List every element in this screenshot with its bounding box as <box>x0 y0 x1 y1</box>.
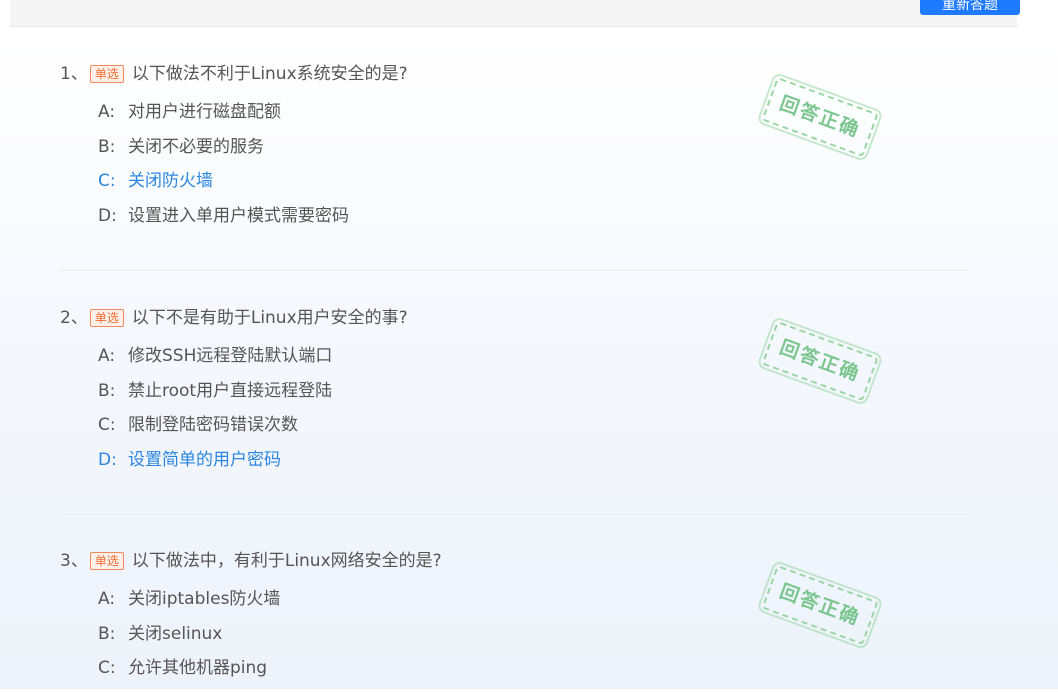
single-choice-badge: 单选 <box>89 309 124 327</box>
options-list: A: 关闭iptables防火墙 B: 关闭selinux C: 允许其他机器ping <box>98 588 280 692</box>
question-title: 3、 单选 以下做法中，有利于Linux网络安全的是? <box>60 550 442 572</box>
option-a[interactable]: A: 关闭iptables防火墙 <box>98 588 280 623</box>
question-text: 以下不是有助于Linux用户安全的事? <box>131 308 408 328</box>
options-list: A: 修改SSH远程登陆默认端口 B: 禁止root用户直接远程登陆 C: 限制登陆密… <box>98 345 332 483</box>
question-title: 1、 单选 以下做法不利于Linux系统安全的是? <box>60 63 408 85</box>
option-c-correct[interactable]: C: 关闭防火墙 <box>98 170 349 205</box>
option-c[interactable]: C: 限制登陆密码错误次数 <box>98 414 332 449</box>
question-number: 2、 <box>60 308 88 328</box>
question-title: 2、 单选 以下不是有助于Linux用户安全的事? <box>60 307 408 329</box>
option-c[interactable]: C: 允许其他机器ping <box>98 657 280 692</box>
top-toolbar: 重新答题 <box>10 0 1020 27</box>
option-a[interactable]: A: 对用户进行磁盘配额 <box>98 101 349 136</box>
option-b[interactable]: B: 关闭selinux <box>98 623 280 658</box>
question-text: 以下做法中，有利于Linux网络安全的是? <box>131 551 442 571</box>
option-b[interactable]: B: 关闭不必要的服务 <box>98 136 349 171</box>
single-choice-badge: 单选 <box>89 65 124 83</box>
redo-quiz-button[interactable]: 重新答题 <box>920 0 1020 15</box>
question-number: 1、 <box>60 64 88 84</box>
single-choice-badge: 单选 <box>89 552 124 570</box>
question-number: 3、 <box>60 551 88 571</box>
question-divider <box>60 514 968 515</box>
question-text: 以下做法不利于Linux系统安全的是? <box>131 64 408 84</box>
option-d[interactable]: D: 设置进入单用户模式需要密码 <box>98 205 349 240</box>
options-list: A: 对用户进行磁盘配额 B: 关闭不必要的服务 C: 关闭防火墙 D: 设置进入单用户… <box>98 101 349 239</box>
option-a[interactable]: A: 修改SSH远程登陆默认端口 <box>98 345 332 380</box>
question-divider <box>60 270 968 271</box>
option-b[interactable]: B: 禁止root用户直接远程登陆 <box>98 380 332 415</box>
option-d-correct[interactable]: D: 设置简单的用户密码 <box>98 449 332 484</box>
